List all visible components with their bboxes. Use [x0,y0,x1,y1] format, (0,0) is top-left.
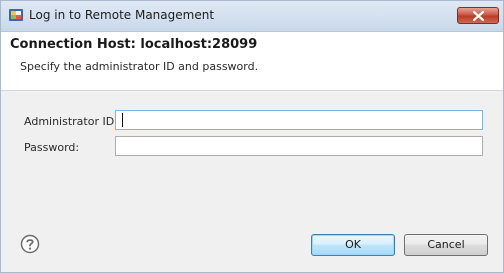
administrator-id-input[interactable] [115,110,483,130]
title-bar[interactable]: Log in to Remote Management [1,1,503,32]
ok-button[interactable]: OK [311,234,395,256]
help-icon[interactable] [20,234,40,254]
connection-host-title: Connection Host: localhost:28099 [10,37,258,52]
login-dialog: Log in to Remote Management Connection H… [0,0,504,273]
administrator-id-label: Administrator ID: [24,115,118,128]
close-icon [473,11,484,21]
password-input[interactable] [115,136,483,156]
dialog-header: Connection Host: localhost:28099 Specify… [1,32,503,91]
password-label: Password: [24,141,80,154]
app-icon [8,7,24,23]
window-title: Log in to Remote Management [29,8,215,22]
close-button[interactable] [457,7,499,24]
cancel-button[interactable]: Cancel [404,234,488,256]
text-caret [122,113,123,127]
instruction-message: Specify the administrator ID and passwor… [20,60,259,73]
